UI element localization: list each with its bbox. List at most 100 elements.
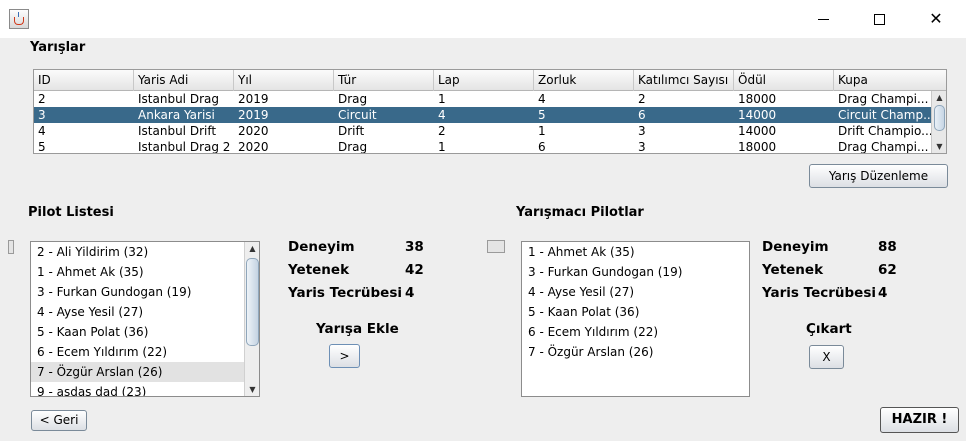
races-table-body: 2 Istanbul Drag 2019 Drag 1 4 2 18000 Drag Champ…	[34, 91, 932, 154]
list-item[interactable]: 4 - Ayse Yesil (27)	[522, 282, 749, 302]
list-item[interactable]: 7 - Özgür Arslan (26)	[31, 362, 259, 382]
table-cell: 2019	[238, 108, 269, 122]
column-header[interactable]: Yaris Adi	[134, 70, 234, 91]
column-header[interactable]: Tür	[334, 70, 434, 91]
table-cell: 14000	[738, 108, 777, 122]
table-cell: 2020	[238, 140, 269, 154]
scroll-down-icon[interactable]: ▼	[245, 383, 259, 396]
list-item[interactable]: 6 - Ecem Yıldırım (22)	[31, 342, 259, 362]
table-cell: 5	[38, 140, 46, 154]
contestant-skill-label: Yetenek	[762, 262, 824, 278]
table-cell: 1	[438, 92, 446, 106]
table-cell: Istanbul Drift	[138, 124, 217, 138]
list-item[interactable]: 6 - Ecem Yıldırım (22)	[522, 322, 749, 342]
column-header[interactable]: Yıl	[234, 70, 334, 91]
pilot-race-exp-label: Yaris Tecrübesi	[288, 285, 402, 301]
list-item[interactable]: 2 - Ali Yildirim (32)	[31, 242, 259, 262]
close-button[interactable]: ✕	[913, 0, 959, 38]
split-handle[interactable]	[487, 240, 505, 253]
table-cell: 4	[438, 108, 446, 122]
remove-button[interactable]: X	[809, 345, 844, 369]
table-cell: Istanbul Drag 2	[138, 140, 231, 154]
list-item[interactable]: 1 - Ahmet Ak (35)	[522, 242, 749, 262]
table-cell: 6	[538, 140, 546, 154]
table-cell: Drag	[338, 92, 368, 106]
java-cup-icon	[9, 9, 29, 29]
table-row[interactable]: 3 Ankara Yarisi 2019 Circuit 4 5 6 14000 Circuit…	[34, 107, 932, 123]
list-item[interactable]: 5 - Kaan Polat (36)	[522, 302, 749, 322]
table-cell: Drag	[338, 140, 368, 154]
minimize-icon	[817, 18, 829, 20]
column-header[interactable]: Kupa	[834, 70, 932, 91]
scroll-down-icon[interactable]: ▼	[932, 140, 946, 153]
maximize-icon	[873, 13, 885, 25]
edit-race-button[interactable]: Yarış Düzenleme	[809, 164, 948, 188]
contestant-race-exp-value: 4	[878, 285, 888, 301]
ready-button[interactable]: HAZIR !	[880, 407, 959, 433]
table-cell: Circuit Champ...	[838, 108, 932, 122]
list-item[interactable]: 7 - Özgür Arslan (26)	[522, 342, 749, 362]
table-row[interactable]: 2 Istanbul Drag 2019 Drag 1 4 2 18000 Drag Champ…	[34, 91, 932, 107]
table-cell: 3	[638, 140, 646, 154]
pilot-list-scrollbar[interactable]: ▲ ▼	[244, 242, 259, 396]
contestant-race-exp-label: Yaris Tecrübesi	[762, 285, 876, 301]
remove-label: Çıkart	[806, 321, 852, 337]
contestant-experience-value: 88	[878, 239, 897, 255]
column-header[interactable]: ID	[34, 70, 134, 91]
table-cell: 2020	[238, 124, 269, 138]
list-item[interactable]: 9 - asdas dad (23)	[31, 382, 259, 396]
pilot-list-title: Pilot Listesi	[28, 205, 114, 220]
title-bar: ✕	[0, 0, 966, 38]
scroll-thumb[interactable]	[246, 258, 259, 346]
scroll-up-icon[interactable]: ▲	[245, 242, 259, 255]
list-item[interactable]: 4 - Ayse Yesil (27)	[31, 302, 259, 322]
table-cell: 14000	[738, 124, 777, 138]
pilot-experience-value: 38	[405, 239, 424, 255]
table-corner	[931, 70, 946, 91]
table-cell: 2019	[238, 92, 269, 106]
add-to-race-button[interactable]: >	[329, 344, 360, 368]
pilot-skill-value: 42	[405, 262, 424, 278]
table-cell: Ankara Yarisi	[138, 108, 215, 122]
table-row[interactable]: 5 Istanbul Drag 2 2020 Drag 1 6 3 18000 Drag Cha…	[34, 139, 932, 154]
contestant-skill-value: 62	[878, 262, 897, 278]
races-title: Yarışlar	[30, 40, 86, 55]
table-cell: Drift	[338, 124, 365, 138]
list-item[interactable]: 3 - Furkan Gundogan (19)	[31, 282, 259, 302]
table-cell: Drift Champio...	[838, 124, 932, 138]
table-cell: 18000	[738, 92, 777, 106]
split-handle[interactable]	[8, 240, 14, 254]
close-icon: ✕	[929, 9, 943, 28]
column-header[interactable]: Ödül	[734, 70, 834, 91]
contestant-list[interactable]: 1 - Ahmet Ak (35) 3 - Furkan Gundogan (19…	[521, 241, 750, 397]
table-cell: Istanbul Drag	[138, 92, 219, 106]
table-row[interactable]: 4 Istanbul Drift 2020 Drift 2 1 3 14000 Drift Ch…	[34, 123, 932, 139]
pilot-experience-label: Deneyim	[288, 239, 355, 255]
races-table-header: ID Yaris Adi Yıl Tür Lap Zorluk Katılımcı Sayı…	[34, 70, 932, 91]
scroll-thumb[interactable]	[934, 105, 945, 131]
column-header[interactable]: Zorluk	[534, 70, 634, 91]
add-to-race-label: Yarışa Ekle	[316, 321, 399, 337]
pilot-race-exp-value: 4	[405, 285, 415, 301]
races-table-scrollbar[interactable]: ▲ ▼	[931, 91, 946, 153]
back-button[interactable]: < Geri	[31, 410, 87, 431]
maximize-button[interactable]	[856, 0, 902, 38]
races-table: ID Yaris Adi Yıl Tür Lap Zorluk Katılımcı Sayı…	[33, 69, 947, 154]
list-item[interactable]: 3 - Furkan Gundogan (19)	[522, 262, 749, 282]
contestant-list-title: Yarışmacı Pilotlar	[516, 205, 644, 220]
list-item[interactable]: 1 - Ahmet Ak (35)	[31, 262, 259, 282]
pilot-list[interactable]: 2 - Ali Yildirim (32) 1 - Ahmet Ak (35) 3 …	[30, 241, 260, 397]
list-item[interactable]: 5 - Kaan Polat (36)	[31, 322, 259, 342]
minimize-button[interactable]	[800, 0, 846, 38]
contestant-experience-label: Deneyim	[762, 239, 829, 255]
table-cell: 1	[438, 140, 446, 154]
table-cell: Drag Champi...	[838, 140, 929, 154]
scroll-up-icon[interactable]: ▲	[932, 91, 946, 104]
table-cell: 2	[38, 92, 46, 106]
table-cell: Circuit	[338, 108, 377, 122]
column-header[interactable]: Lap	[434, 70, 534, 91]
pilot-skill-label: Yetenek	[288, 262, 350, 278]
table-cell: 2	[438, 124, 446, 138]
table-cell: 3	[638, 124, 646, 138]
column-header[interactable]: Katılımcı Sayısı	[634, 70, 734, 91]
